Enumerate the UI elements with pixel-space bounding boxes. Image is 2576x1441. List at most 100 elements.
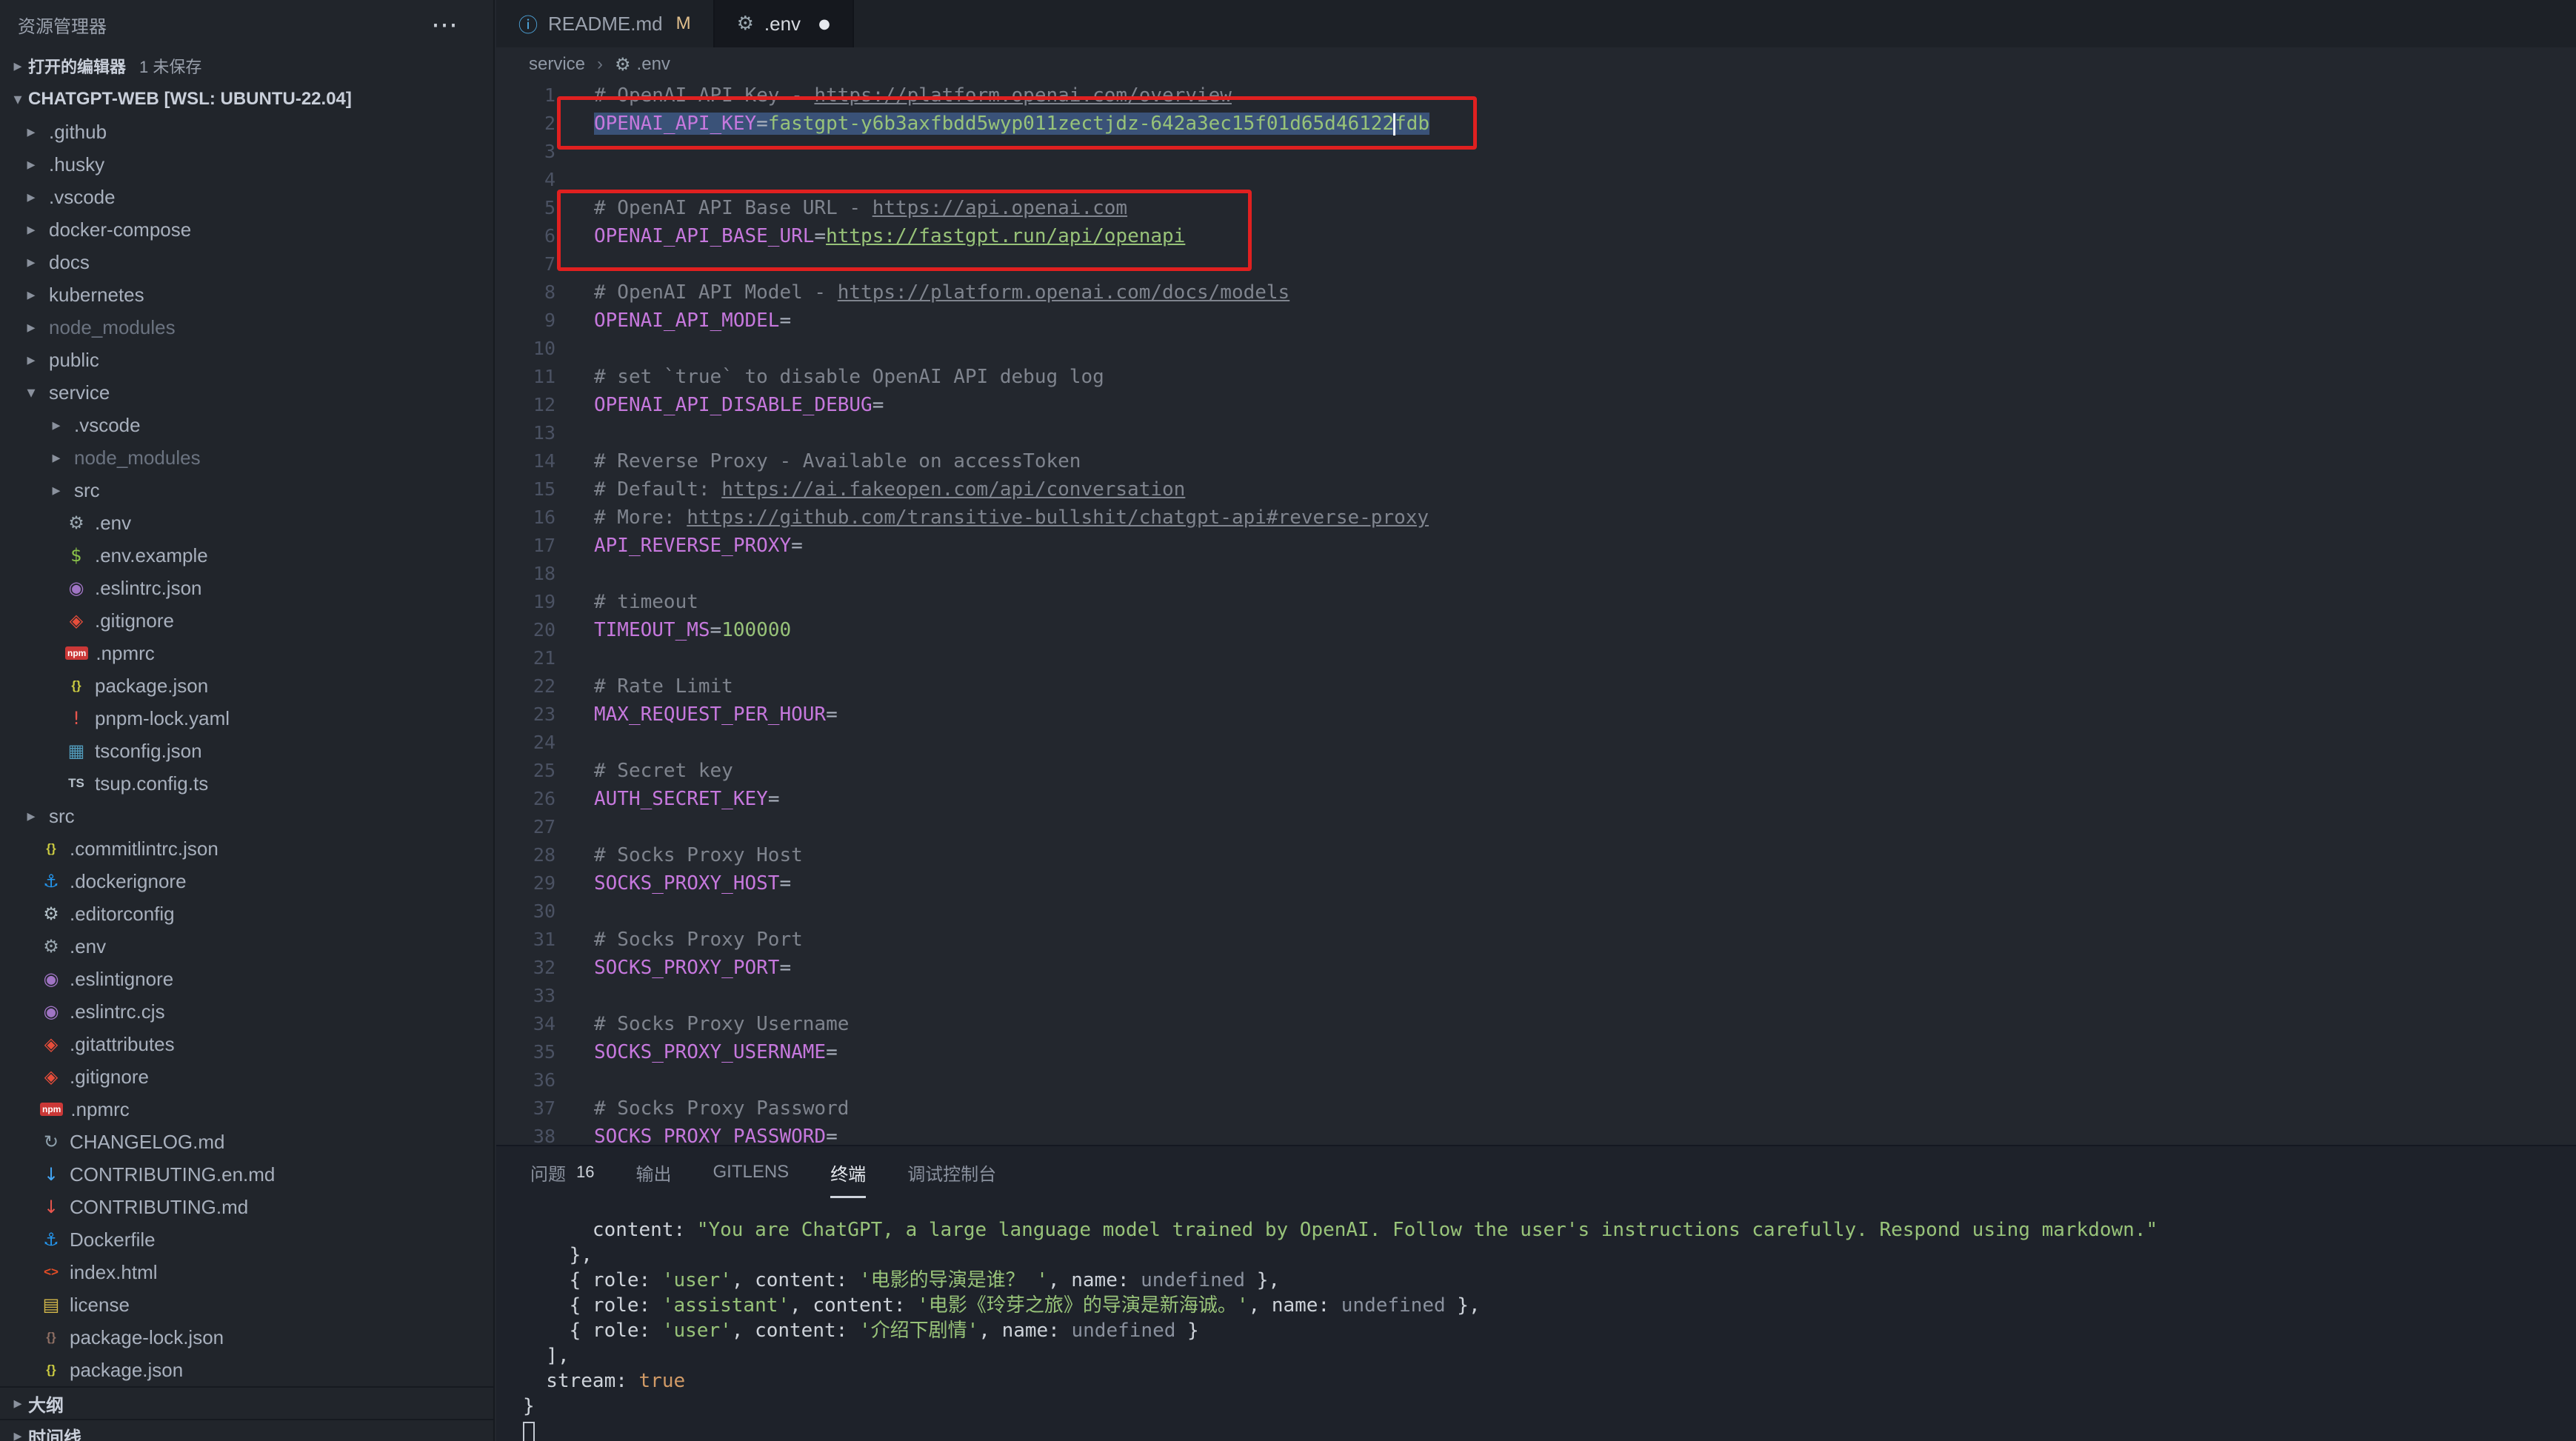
- panel-tab-终端[interactable]: 终端: [830, 1146, 866, 1198]
- tree-file-license[interactable]: ▤license: [0, 1288, 493, 1321]
- tree-file-.env[interactable]: ⚙.env: [0, 506, 493, 539]
- tree-file-.eslintignore[interactable]: ◉.eslintignore: [0, 963, 493, 995]
- tree-file-.eslintrc.cjs[interactable]: ◉.eslintrc.cjs: [0, 995, 493, 1028]
- tree-file-.eslintrc.json[interactable]: ◉.eslintrc.json: [0, 572, 493, 604]
- more-actions-icon[interactable]: ⋯: [431, 9, 459, 40]
- editor-line[interactable]: 7: [496, 250, 2576, 278]
- editor-line[interactable]: 19# timeout: [496, 588, 2576, 616]
- tree-folder-.husky[interactable]: ▸.husky: [0, 148, 493, 181]
- editor[interactable]: 1# OpenAI API Key - https://platform.ope…: [496, 81, 2576, 1145]
- tree-file-CONTRIBUTING.en.md[interactable]: ↓CONTRIBUTING.en.md: [0, 1158, 493, 1191]
- editor-line[interactable]: 29SOCKS_PROXY_HOST=: [496, 869, 2576, 897]
- editor-line[interactable]: 9OPENAI_API_MODEL=: [496, 307, 2576, 335]
- sidebar-section-时间线[interactable]: ▸时间线: [0, 1419, 493, 1441]
- editor-line[interactable]: 10: [496, 335, 2576, 363]
- editor-line[interactable]: 24: [496, 729, 2576, 757]
- editor-line[interactable]: 38SOCKS_PROXY_PASSWORD=: [496, 1123, 2576, 1145]
- terminal-output[interactable]: content: "You are ChatGPT, a large langu…: [496, 1198, 2576, 1441]
- tree-folder-src[interactable]: ▸src: [0, 474, 493, 506]
- editor-line[interactable]: 12OPENAI_API_DISABLE_DEBUG=: [496, 391, 2576, 419]
- tree-folder-src[interactable]: ▸src: [0, 800, 493, 832]
- chevron-right-icon: ▸: [21, 155, 41, 174]
- tree-file-tsconfig.json[interactable]: ▦tsconfig.json: [0, 735, 493, 767]
- npm-icon: npm: [40, 1103, 63, 1116]
- editor-line[interactable]: 11# set `true` to disable OpenAI API deb…: [496, 363, 2576, 391]
- tree-folder-service[interactable]: ▾service: [0, 376, 493, 409]
- editor-line[interactable]: 6OPENAI_API_BASE_URL=https://fastgpt.run…: [496, 222, 2576, 250]
- editor-line[interactable]: 5# OpenAI API Base URL - https://api.ope…: [496, 194, 2576, 222]
- editor-line[interactable]: 34# Socks Proxy Username: [496, 1010, 2576, 1038]
- tree-file-.gitignore[interactable]: ◈.gitignore: [0, 1060, 493, 1093]
- tree-file-CHANGELOG.md[interactable]: ↻CHANGELOG.md: [0, 1126, 493, 1158]
- tree-file-tsup.config.ts[interactable]: TStsup.config.ts: [0, 767, 493, 800]
- breadcrumb-item-.env[interactable]: ⚙.env: [615, 54, 670, 75]
- editor-line[interactable]: 18: [496, 560, 2576, 588]
- tree-file-package.json[interactable]: {}package.json: [0, 669, 493, 702]
- editor-line[interactable]: 13: [496, 419, 2576, 447]
- editor-line[interactable]: 37# Socks Proxy Password: [496, 1094, 2576, 1123]
- tree-file-pnpm-lock.yaml[interactable]: !pnpm-lock.yaml: [0, 702, 493, 735]
- tree-folder-docs[interactable]: ▸docs: [0, 246, 493, 278]
- editor-line[interactable]: 3: [496, 138, 2576, 166]
- tree-file-package.json[interactable]: {}package.json: [0, 1354, 493, 1386]
- editor-line[interactable]: 17API_REVERSE_PROXY=: [496, 532, 2576, 560]
- tree-file-.commitlintrc.json[interactable]: {}.commitlintrc.json: [0, 832, 493, 865]
- tree-file-.gitattributes[interactable]: ◈.gitattributes: [0, 1028, 493, 1060]
- tree-file-.env[interactable]: ⚙.env: [0, 930, 493, 963]
- open-editors-label: 打开的编辑器: [28, 54, 126, 78]
- editor-line[interactable]: 2OPENAI_API_KEY=fastgpt-y6b3axfbdd5wyp01…: [496, 110, 2576, 138]
- editor-line[interactable]: 16# More: https://github.com/transitive-…: [496, 504, 2576, 532]
- line-text: # set `true` to disable OpenAI API debug…: [594, 366, 1104, 388]
- editor-line[interactable]: 35SOCKS_PROXY_USERNAME=: [496, 1038, 2576, 1066]
- editor-line[interactable]: 25# Secret key: [496, 757, 2576, 785]
- editor-line[interactable]: 8# OpenAI API Model - https://platform.o…: [496, 278, 2576, 307]
- tree-file-.dockerignore[interactable]: ⚓.dockerignore: [0, 865, 493, 897]
- editor-line[interactable]: 23MAX_REQUEST_PER_HOUR=: [496, 701, 2576, 729]
- editor-line[interactable]: 30: [496, 897, 2576, 926]
- line-content: # More: https://github.com/transitive-bu…: [555, 504, 1429, 532]
- tree-folder-docker-compose[interactable]: ▸docker-compose: [0, 213, 493, 246]
- tree-file-.gitignore[interactable]: ◈.gitignore: [0, 604, 493, 637]
- breadcrumb-item-service[interactable]: service: [529, 54, 585, 75]
- editor-line[interactable]: 31# Socks Proxy Port: [496, 926, 2576, 954]
- tree-file-Dockerfile[interactable]: ⚓Dockerfile: [0, 1223, 493, 1256]
- tree-folder-.github[interactable]: ▸.github: [0, 116, 493, 148]
- editor-line[interactable]: 26AUTH_SECRET_KEY=: [496, 785, 2576, 813]
- tab-README.md[interactable]: ⓘREADME.mdM: [496, 0, 715, 47]
- json-braces-icon: {}: [40, 1330, 62, 1345]
- editor-line[interactable]: 33: [496, 982, 2576, 1010]
- editor-line[interactable]: 32SOCKS_PROXY_PORT=: [496, 954, 2576, 982]
- tree-folder-.vscode[interactable]: ▸.vscode: [0, 181, 493, 213]
- tree-file-.editorconfig[interactable]: ⚙.editorconfig: [0, 897, 493, 930]
- tree-folder-public[interactable]: ▸public: [0, 344, 493, 376]
- sidebar-section-大纲[interactable]: ▸大纲: [0, 1386, 493, 1419]
- panel-tab-输出[interactable]: 输出: [635, 1146, 671, 1198]
- panel-tab-GITLENS[interactable]: GITLENS: [713, 1146, 789, 1198]
- tree-file-.env.example[interactable]: $.env.example: [0, 539, 493, 572]
- tree-file-.npmrc[interactable]: npm .npmrc: [0, 1093, 493, 1126]
- open-editors-header[interactable]: ▸ 打开的编辑器 1 未保存: [0, 49, 493, 83]
- editor-line[interactable]: 14# Reverse Proxy - Available on accessT…: [496, 447, 2576, 475]
- editor-line[interactable]: 28# Socks Proxy Host: [496, 841, 2576, 869]
- editor-line[interactable]: 27: [496, 813, 2576, 841]
- tree-folder-.vscode[interactable]: ▸.vscode: [0, 409, 493, 441]
- editor-line[interactable]: 36: [496, 1066, 2576, 1094]
- tree-file-index.html[interactable]: <>index.html: [0, 1256, 493, 1288]
- editor-line[interactable]: 21: [496, 644, 2576, 672]
- editor-line[interactable]: 15# Default: https://ai.fakeopen.com/api…: [496, 475, 2576, 504]
- panel-tab-调试控制台[interactable]: 调试控制台: [907, 1146, 996, 1198]
- workspace-root-header[interactable]: ▾ CHATGPT-WEB [WSL: UBUNTU-22.04]: [0, 83, 493, 116]
- tree-file-CONTRIBUTING.md[interactable]: ↓CONTRIBUTING.md: [0, 1191, 493, 1223]
- tree-item-label: .npmrc: [70, 1098, 129, 1121]
- tab-.env[interactable]: ⚙.env●: [715, 0, 854, 47]
- editor-line[interactable]: 1# OpenAI API Key - https://platform.ope…: [496, 81, 2576, 110]
- tree-folder-node_modules[interactable]: ▸node_modules: [0, 441, 493, 474]
- editor-line[interactable]: 20TIMEOUT_MS=100000: [496, 616, 2576, 644]
- tree-file-package-lock.json[interactable]: {}package-lock.json: [0, 1321, 493, 1354]
- tree-folder-node_modules[interactable]: ▸node_modules: [0, 311, 493, 344]
- editor-line[interactable]: 22# Rate Limit: [496, 672, 2576, 701]
- tree-folder-kubernetes[interactable]: ▸kubernetes: [0, 278, 493, 311]
- panel-tab-问题[interactable]: 问题16: [530, 1146, 594, 1198]
- tree-file-.npmrc[interactable]: npm.npmrc: [0, 637, 493, 669]
- editor-line[interactable]: 4: [496, 166, 2576, 194]
